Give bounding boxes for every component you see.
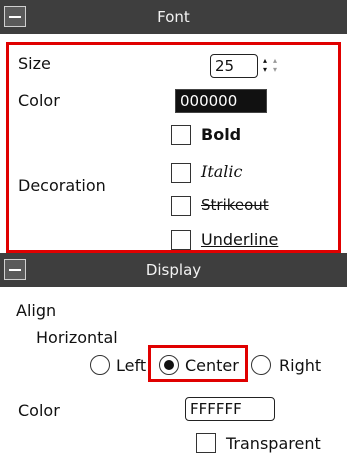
size-spinner[interactable]: ▴ ▾ bbox=[260, 56, 270, 76]
display-panel-title: Display bbox=[145, 261, 202, 279]
size-input[interactable]: 25 bbox=[210, 54, 258, 78]
strikeout-label: Strikeout bbox=[201, 196, 269, 214]
underline-label: Underline bbox=[201, 230, 279, 249]
align-center-label: Center bbox=[185, 356, 239, 375]
align-right-radio[interactable] bbox=[251, 355, 271, 375]
horizontal-label: Horizontal bbox=[36, 328, 118, 347]
display-color-label: Color bbox=[18, 401, 60, 420]
align-label: Align bbox=[16, 301, 57, 320]
italic-label: Italic bbox=[201, 162, 243, 181]
font-color-input[interactable]: 000000 bbox=[175, 89, 267, 113]
italic-checkbox[interactable] bbox=[171, 163, 191, 183]
display-panel-header: Display bbox=[0, 253, 347, 288]
font-panel-header: Font bbox=[0, 0, 347, 35]
font-panel-title: Font bbox=[157, 8, 190, 26]
font-panel-body: Size 25 ▴ ▾ ▴ ▾ Color 000000 Decoration Bo… bbox=[0, 34, 347, 255]
size-spinner-disabled: ▴ ▾ bbox=[272, 56, 277, 74]
bold-label: Bold bbox=[201, 125, 242, 144]
align-right-label: Right bbox=[279, 356, 322, 375]
size-label: Size bbox=[18, 54, 51, 73]
bold-checkbox[interactable] bbox=[171, 125, 191, 145]
display-color-input[interactable]: FFFFFF bbox=[185, 397, 275, 421]
font-color-label: Color bbox=[18, 91, 60, 110]
align-left-label: Left bbox=[116, 356, 147, 375]
transparent-checkbox[interactable] bbox=[196, 433, 216, 453]
display-panel-body: Align Horizontal Left Center Right Color… bbox=[0, 287, 347, 461]
align-left-radio[interactable] bbox=[90, 355, 110, 375]
decoration-label: Decoration bbox=[18, 176, 106, 195]
underline-checkbox[interactable] bbox=[171, 230, 191, 250]
strikeout-checkbox[interactable] bbox=[171, 196, 191, 216]
transparent-label: Transparent bbox=[226, 434, 321, 453]
align-center-radio[interactable] bbox=[159, 355, 179, 375]
